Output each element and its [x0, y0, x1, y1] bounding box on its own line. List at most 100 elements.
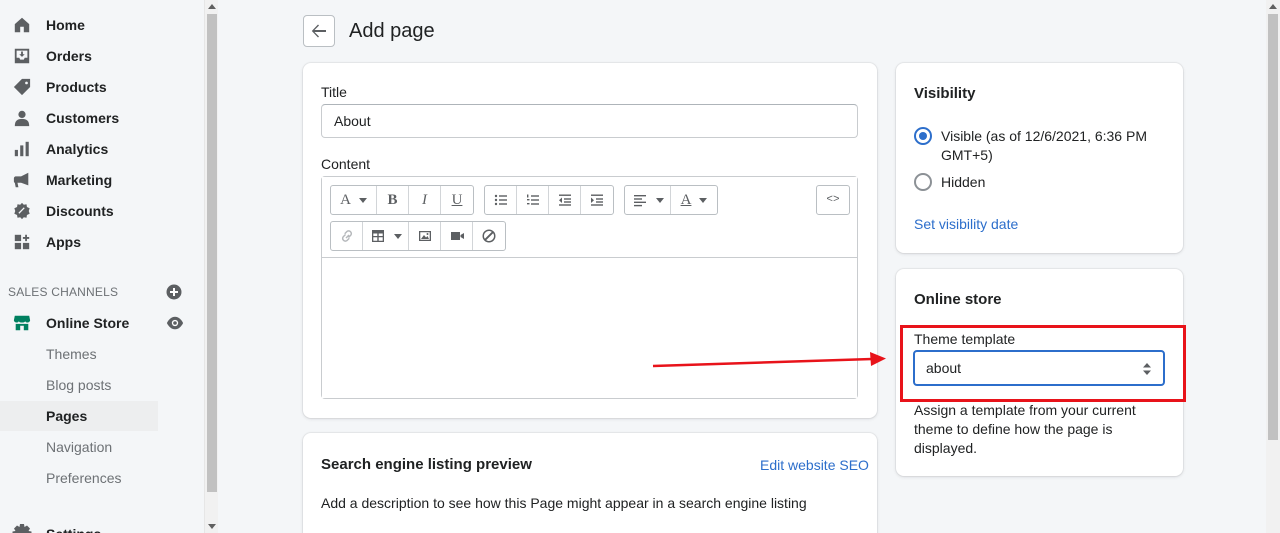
insert-link-button[interactable] — [331, 222, 363, 250]
seo-card — [303, 433, 877, 533]
scroll-thumb[interactable] — [207, 14, 217, 492]
scroll-thumb[interactable] — [1268, 14, 1278, 440]
bullet-list-button[interactable] — [485, 186, 517, 214]
sidebar-item-label: Discounts — [46, 203, 114, 219]
main-scrollbar[interactable] — [1266, 0, 1280, 533]
show-html-button[interactable]: <> — [817, 186, 849, 214]
font-style-button[interactable]: A — [331, 186, 377, 214]
bar-chart-icon — [12, 139, 32, 159]
underline-icon: U — [451, 191, 463, 208]
megaphone-icon — [12, 170, 32, 190]
sidebar-item-online-store[interactable]: Online Store — [0, 309, 158, 337]
editor-content-area[interactable] — [322, 258, 857, 398]
sidebar-item-products[interactable]: Products — [0, 73, 158, 101]
font-icon: A — [340, 191, 351, 208]
tag-icon — [12, 77, 32, 97]
page-title: Add page — [349, 20, 435, 42]
content-label: Content — [321, 156, 371, 172]
indent-icon — [591, 194, 603, 206]
sidebar-item-label: Online Store — [46, 315, 130, 331]
sidebar-item-marketing[interactable]: Marketing — [0, 166, 158, 194]
visibility-heading: Visibility — [914, 85, 976, 102]
sidebar-item-customers[interactable]: Customers — [0, 104, 158, 132]
html-group: <> — [816, 185, 850, 215]
title-label: Title — [321, 84, 347, 100]
sidebar-item-settings[interactable]: Settings — [46, 526, 101, 533]
sidebar-subitem-blog-posts[interactable]: Blog posts — [0, 370, 158, 400]
hidden-option-label: Hidden — [941, 174, 986, 190]
sales-channels-label: SALES CHANNELS — [8, 285, 119, 299]
eye-icon[interactable] — [166, 315, 184, 331]
outdent-icon — [558, 194, 571, 206]
link-icon — [341, 230, 352, 242]
set-visibility-date-link[interactable]: Set visibility date — [914, 216, 1018, 232]
apps-icon — [12, 232, 32, 252]
list-group — [484, 185, 614, 215]
insert-video-button[interactable] — [441, 222, 473, 250]
title-input-value: About — [334, 113, 371, 129]
text-color-button[interactable]: A — [671, 186, 717, 214]
seo-description: Add a description to see how this Page m… — [321, 495, 807, 511]
text-color-icon: A — [680, 191, 692, 208]
numbered-list-button[interactable] — [517, 186, 549, 214]
insert-image-button[interactable] — [409, 222, 441, 250]
sidebar-item-analytics[interactable]: Analytics — [0, 135, 158, 163]
theme-template-value: about — [926, 360, 962, 376]
scroll-up-icon[interactable] — [208, 4, 216, 9]
sidebar-item-label: Orders — [46, 48, 92, 64]
theme-template-help: Assign a template from your current them… — [914, 402, 1136, 456]
bold-icon: B — [387, 191, 398, 208]
prohibited-icon — [482, 229, 496, 243]
sidebar-item-label: Home — [46, 17, 85, 33]
editor-toolbar: A B I U A <> — [322, 177, 857, 258]
select-arrows-icon — [1143, 363, 1151, 375]
sidebar-item-orders[interactable]: Orders — [0, 42, 158, 70]
chevron-down-icon — [655, 197, 664, 203]
image-icon — [418, 231, 431, 241]
sidebar-item-label: Marketing — [46, 172, 113, 188]
sidebar-subitem-themes[interactable]: Themes — [0, 339, 158, 369]
scroll-up-icon[interactable] — [1269, 4, 1277, 9]
add-sales-channel-icon[interactable] — [166, 284, 182, 300]
align-button[interactable] — [625, 186, 671, 214]
table-icon — [371, 230, 384, 242]
bold-button[interactable]: B — [377, 186, 409, 214]
settings-icon[interactable] — [12, 524, 32, 533]
chevron-down-icon — [358, 197, 367, 203]
back-button[interactable] — [303, 15, 335, 47]
italic-icon: I — [422, 191, 427, 208]
sidebar-item-home[interactable]: Home — [0, 11, 158, 39]
indent-button[interactable] — [581, 186, 613, 214]
insert-group — [330, 221, 506, 251]
hidden-radio[interactable] — [914, 173, 932, 191]
align-left-icon — [633, 195, 646, 207]
theme-template-select[interactable]: about — [913, 350, 1165, 386]
insert-table-button[interactable] — [363, 222, 409, 250]
underline-button[interactable]: U — [441, 186, 473, 214]
clear-formatting-button[interactable] — [473, 222, 505, 250]
scroll-down-icon[interactable] — [208, 524, 216, 529]
title-input[interactable]: About — [321, 104, 858, 138]
visible-option-label: Visible (as of 12/6/2021, 6:36 PM GMT+5) — [941, 128, 1147, 163]
sidebar-subitem-navigation[interactable]: Navigation — [0, 432, 158, 462]
storefront-icon — [12, 313, 32, 333]
chevron-down-icon — [393, 233, 402, 239]
online-store-heading: Online store — [914, 291, 1002, 308]
sidebar: Home Orders Products Customers Analytics… — [0, 0, 204, 533]
sidebar-item-label: Customers — [46, 110, 120, 126]
sidebar-item-discounts[interactable]: Discounts — [0, 197, 158, 225]
italic-button[interactable]: I — [409, 186, 441, 214]
numbered-list-icon — [526, 194, 539, 205]
edit-website-seo-link[interactable]: Edit website SEO — [760, 457, 869, 473]
sidebar-item-label: Apps — [46, 234, 81, 250]
outdent-button[interactable] — [549, 186, 581, 214]
visible-radio[interactable] — [914, 127, 932, 145]
theme-template-label: Theme template — [914, 331, 1016, 347]
sidebar-subitem-preferences[interactable]: Preferences — [0, 463, 158, 493]
person-icon — [12, 108, 32, 128]
sidebar-subitem-pages[interactable]: Pages — [0, 401, 158, 431]
sidebar-item-apps[interactable]: Apps — [0, 228, 158, 256]
arrow-left-icon — [311, 24, 326, 38]
sidebar-scrollbar[interactable] — [204, 0, 218, 533]
text-format-group: A B I U — [330, 185, 474, 215]
